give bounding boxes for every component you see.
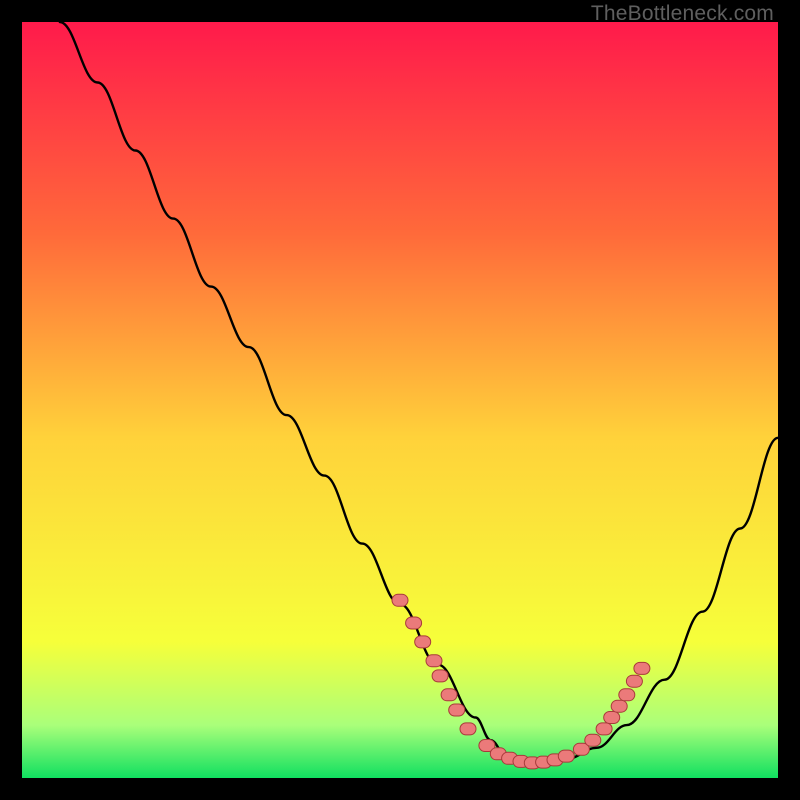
bottleneck-chart	[22, 22, 778, 778]
marker-dot	[626, 675, 642, 687]
marker-dot	[432, 670, 448, 682]
watermark-text: TheBottleneck.com	[591, 2, 774, 26]
marker-dot	[441, 689, 457, 701]
marker-dot	[611, 700, 627, 712]
marker-dot	[392, 594, 408, 606]
marker-dot	[426, 655, 442, 667]
marker-dot	[596, 723, 612, 735]
gradient-background	[22, 22, 778, 778]
marker-dot	[634, 662, 650, 674]
marker-dot	[449, 704, 465, 716]
marker-dot	[415, 636, 431, 648]
marker-dot	[558, 750, 574, 762]
chart-frame	[22, 22, 778, 778]
marker-dot	[619, 689, 635, 701]
marker-dot	[460, 723, 476, 735]
marker-dot	[406, 617, 422, 629]
marker-dot	[585, 734, 601, 746]
marker-dot	[604, 712, 620, 724]
